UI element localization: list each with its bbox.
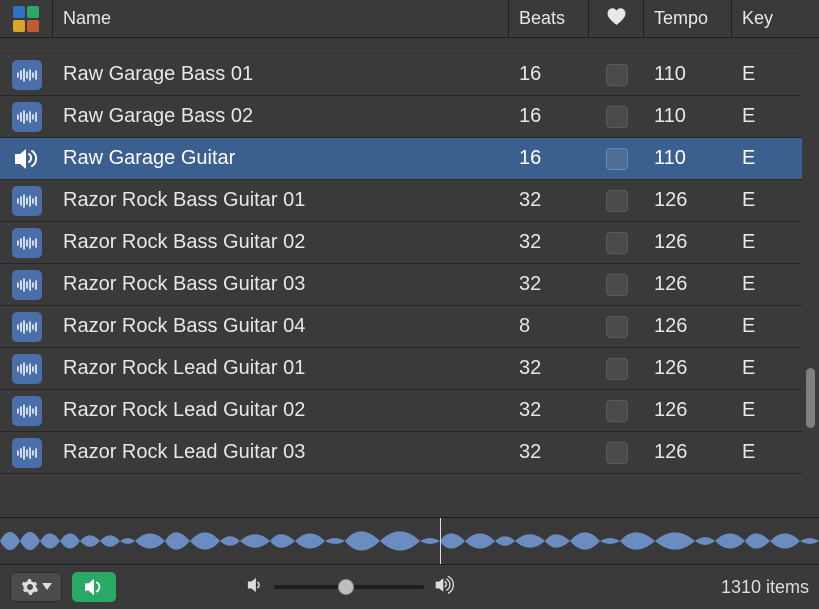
volume-high-icon bbox=[434, 576, 456, 599]
table-row[interactable]: Raw Garage Guitar16 110E bbox=[0, 138, 802, 180]
loop-tempo: 126 bbox=[644, 357, 732, 380]
playhead[interactable] bbox=[440, 518, 441, 564]
table-header: Name Beats Tempo Key bbox=[0, 0, 819, 38]
column-header-name[interactable]: Name bbox=[53, 0, 509, 37]
loop-tempo: 126 bbox=[644, 273, 732, 296]
favorite-checkbox[interactable] bbox=[606, 316, 628, 338]
loop-name: Razor Rock Bass Guitar 04 bbox=[53, 315, 509, 338]
loop-tempo: 110 bbox=[644, 63, 732, 86]
settings-button[interactable] bbox=[10, 572, 62, 602]
favorite-checkbox[interactable] bbox=[606, 400, 628, 422]
audio-loop-icon bbox=[12, 354, 42, 384]
loop-name: Razor Rock Lead Guitar 01 bbox=[53, 357, 509, 380]
loop-beats: 32 bbox=[509, 399, 589, 422]
loop-key: E bbox=[732, 105, 802, 128]
audio-loop-icon bbox=[12, 102, 42, 132]
loop-beats: 32 bbox=[509, 273, 589, 296]
loop-beats: 32 bbox=[509, 189, 589, 212]
loop-key: E bbox=[732, 273, 802, 296]
audio-loop-icon bbox=[12, 396, 42, 426]
table-row[interactable]: Razor Rock Bass Guitar 0132 126E bbox=[0, 180, 802, 222]
category-grid-button[interactable] bbox=[0, 0, 53, 37]
loop-name: Raw Garage Bass 02 bbox=[53, 105, 509, 128]
table-row[interactable]: Razor Rock Lead Guitar 0332 126E bbox=[0, 432, 802, 474]
audio-loop-icon bbox=[12, 270, 42, 300]
table-row[interactable]: Razor Rock Lead Guitar 0132 126E bbox=[0, 348, 802, 390]
audio-loop-icon bbox=[12, 186, 42, 216]
loop-beats: 32 bbox=[509, 357, 589, 380]
loop-key: E bbox=[732, 63, 802, 86]
column-header-favorite[interactable] bbox=[589, 0, 644, 37]
audio-loop-icon bbox=[12, 60, 42, 90]
grid-icon bbox=[13, 6, 39, 32]
loop-name: Razor Rock Bass Guitar 03 bbox=[53, 273, 509, 296]
table-row[interactable]: Razor Rock Bass Guitar 048 126E bbox=[0, 306, 802, 348]
scroll-thumb[interactable] bbox=[806, 368, 815, 428]
favorite-checkbox[interactable] bbox=[606, 148, 628, 170]
loop-beats: 16 bbox=[509, 147, 589, 170]
audio-loop-icon bbox=[12, 438, 42, 468]
loop-tempo: 126 bbox=[644, 441, 732, 464]
volume-low-icon bbox=[246, 577, 264, 598]
loop-name: Razor Rock Bass Guitar 01 bbox=[53, 189, 509, 212]
loop-tempo: 126 bbox=[644, 231, 732, 254]
loop-key: E bbox=[732, 315, 802, 338]
speaker-icon bbox=[83, 578, 105, 596]
loop-beats: 8 bbox=[509, 315, 589, 338]
audio-loop-icon bbox=[12, 312, 42, 342]
favorite-checkbox[interactable] bbox=[606, 442, 628, 464]
loop-beats: 32 bbox=[509, 231, 589, 254]
column-header-key[interactable]: Key bbox=[732, 0, 802, 37]
favorite-checkbox[interactable] bbox=[606, 64, 628, 86]
loop-tempo: 110 bbox=[644, 105, 732, 128]
gear-icon bbox=[21, 578, 39, 596]
chevron-down-icon bbox=[42, 583, 52, 591]
loop-key: E bbox=[732, 189, 802, 212]
favorite-checkbox[interactable] bbox=[606, 190, 628, 212]
playing-icon bbox=[12, 144, 42, 174]
loop-tempo: 110 bbox=[644, 147, 732, 170]
loop-name: Raw Garage Bass 01 bbox=[53, 63, 509, 86]
table-row[interactable]: Razor Rock Lead Guitar 0232 126E bbox=[0, 390, 802, 432]
loop-beats: 16 bbox=[509, 63, 589, 86]
loop-name: Razor Rock Lead Guitar 03 bbox=[53, 441, 509, 464]
table-row[interactable]: Razor Rock Bass Guitar 0232 126E bbox=[0, 222, 802, 264]
waveform-preview[interactable] bbox=[0, 517, 819, 565]
table-row[interactable]: Raw Garage Bass 0116 110E bbox=[0, 54, 802, 96]
favorite-checkbox[interactable] bbox=[606, 232, 628, 254]
favorite-checkbox[interactable] bbox=[606, 358, 628, 380]
column-header-tempo[interactable]: Tempo bbox=[644, 0, 732, 37]
table-row[interactable]: Razor Rock Bass Guitar 0332 126E bbox=[0, 264, 802, 306]
loop-key: E bbox=[732, 399, 802, 422]
volume-thumb[interactable] bbox=[338, 579, 354, 595]
item-count: 1310 items bbox=[721, 577, 809, 598]
preview-play-button[interactable] bbox=[72, 572, 116, 602]
footer-toolbar: 1310 items bbox=[0, 565, 819, 609]
heart-icon bbox=[607, 8, 626, 30]
loop-key: E bbox=[732, 147, 802, 170]
loop-tempo: 126 bbox=[644, 315, 732, 338]
loop-name: Razor Rock Lead Guitar 02 bbox=[53, 399, 509, 422]
loop-table[interactable]: Raw Garage Bass 0116110ERaw Garage Bass … bbox=[0, 38, 802, 517]
table-row[interactable]: Raw Garage Bass 0216 110E bbox=[0, 96, 802, 138]
loop-name: Razor Rock Bass Guitar 02 bbox=[53, 231, 509, 254]
loop-beats: 16 bbox=[509, 105, 589, 128]
loop-key: E bbox=[732, 231, 802, 254]
table-row bbox=[0, 38, 802, 54]
loop-beats: 32 bbox=[509, 441, 589, 464]
favorite-checkbox[interactable] bbox=[606, 106, 628, 128]
loop-tempo: 126 bbox=[644, 399, 732, 422]
favorite-checkbox[interactable] bbox=[606, 274, 628, 296]
volume-slider[interactable] bbox=[274, 585, 424, 589]
scrollbar[interactable] bbox=[802, 38, 819, 517]
loop-name: Raw Garage Guitar bbox=[53, 147, 509, 170]
loop-key: E bbox=[732, 441, 802, 464]
audio-loop-icon bbox=[12, 228, 42, 258]
loop-key: E bbox=[732, 357, 802, 380]
loop-tempo: 126 bbox=[644, 189, 732, 212]
volume-control bbox=[246, 576, 456, 599]
column-header-beats[interactable]: Beats bbox=[509, 0, 589, 37]
